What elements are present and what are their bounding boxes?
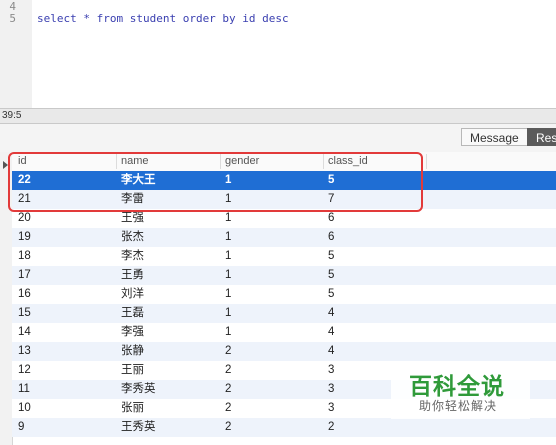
cell-name[interactable]: 张丽 bbox=[121, 399, 144, 418]
cell-class-id[interactable]: 4 bbox=[328, 342, 334, 361]
cell-id[interactable]: 15 bbox=[18, 304, 31, 323]
cell-gender[interactable]: 1 bbox=[225, 228, 231, 247]
cell-id[interactable]: 12 bbox=[18, 361, 31, 380]
red-highlight-annotation bbox=[8, 152, 423, 212]
tab-result[interactable]: Res bbox=[527, 128, 556, 146]
cell-name[interactable]: 刘洋 bbox=[121, 285, 144, 304]
cell-id[interactable]: 14 bbox=[18, 323, 31, 342]
cell-gender[interactable]: 1 bbox=[225, 285, 231, 304]
column-divider[interactable] bbox=[426, 154, 427, 169]
cell-id[interactable]: 17 bbox=[18, 266, 31, 285]
cell-id[interactable]: 18 bbox=[18, 247, 31, 266]
editor-status-bar: 39:5 bbox=[0, 108, 556, 124]
cell-id[interactable]: 19 bbox=[18, 228, 31, 247]
cell-class-id[interactable]: 3 bbox=[328, 399, 334, 418]
cell-gender[interactable]: 2 bbox=[225, 380, 231, 399]
cell-name[interactable]: 王秀英 bbox=[121, 418, 156, 437]
cell-name[interactable]: 李杰 bbox=[121, 247, 144, 266]
cell-gender[interactable]: 1 bbox=[225, 304, 231, 323]
cell-name[interactable]: 王丽 bbox=[121, 361, 144, 380]
cell-class-id[interactable]: 5 bbox=[328, 247, 334, 266]
cell-name[interactable]: 张杰 bbox=[121, 228, 144, 247]
cell-gender[interactable]: 1 bbox=[225, 323, 231, 342]
cell-class-id[interactable]: 6 bbox=[328, 228, 334, 247]
table-row[interactable]: 17 王勇 1 5 bbox=[12, 266, 556, 285]
cell-id[interactable]: 11 bbox=[18, 380, 30, 399]
table-row[interactable]: 18 李杰 1 5 bbox=[12, 247, 556, 266]
cell-class-id[interactable]: 2 bbox=[328, 418, 334, 437]
result-tab-bar: Message Res bbox=[0, 124, 556, 152]
cell-gender[interactable]: 1 bbox=[225, 247, 231, 266]
cell-id[interactable]: 9 bbox=[18, 418, 24, 437]
cell-class-id[interactable]: 4 bbox=[328, 323, 334, 342]
table-row[interactable]: 13 张静 2 4 bbox=[12, 342, 556, 361]
cell-name[interactable]: 李强 bbox=[121, 323, 144, 342]
cell-class-id[interactable]: 4 bbox=[328, 304, 334, 323]
cell-gender[interactable]: 2 bbox=[225, 399, 231, 418]
watermark-title: 百科全说 bbox=[409, 374, 505, 400]
sql-query-text[interactable]: select * from student order by id desc bbox=[37, 12, 289, 25]
cell-gender[interactable]: 1 bbox=[225, 266, 231, 285]
cell-name[interactable]: 李秀英 bbox=[121, 380, 156, 399]
cell-gender[interactable]: 2 bbox=[225, 418, 231, 437]
table-row[interactable]: 15 王磊 1 4 bbox=[12, 304, 556, 323]
table-row[interactable]: 16 刘洋 1 5 bbox=[12, 285, 556, 304]
cell-name[interactable]: 王磊 bbox=[121, 304, 144, 323]
cell-class-id[interactable]: 3 bbox=[328, 361, 334, 380]
sql-editor[interactable]: 4 5 select * from student order by id de… bbox=[0, 0, 556, 108]
cursor-position: 39:5 bbox=[2, 110, 22, 121]
cell-class-id[interactable]: 5 bbox=[328, 266, 334, 285]
line-number-gutter: 4 5 bbox=[0, 0, 32, 108]
cell-id[interactable]: 16 bbox=[18, 285, 31, 304]
cell-id[interactable]: 10 bbox=[18, 399, 31, 418]
table-row[interactable]: 14 李强 1 4 bbox=[12, 323, 556, 342]
cell-name[interactable]: 王勇 bbox=[121, 266, 144, 285]
tab-message[interactable]: Message bbox=[461, 128, 528, 146]
table-row[interactable]: 19 张杰 1 6 bbox=[12, 228, 556, 247]
watermark: 百科全说 助你轻松解决 bbox=[391, 363, 530, 419]
cell-name[interactable]: 张静 bbox=[121, 342, 144, 361]
cell-class-id[interactable]: 5 bbox=[328, 285, 334, 304]
cell-gender[interactable]: 2 bbox=[225, 342, 231, 361]
cell-id[interactable]: 13 bbox=[18, 342, 31, 361]
cell-gender[interactable]: 2 bbox=[225, 361, 231, 380]
table-row[interactable]: 9 王秀英 2 2 bbox=[12, 418, 556, 437]
line-number: 5 bbox=[9, 12, 16, 25]
watermark-subtitle: 助你轻松解决 bbox=[419, 399, 498, 413]
cell-class-id[interactable]: 3 bbox=[328, 380, 334, 399]
